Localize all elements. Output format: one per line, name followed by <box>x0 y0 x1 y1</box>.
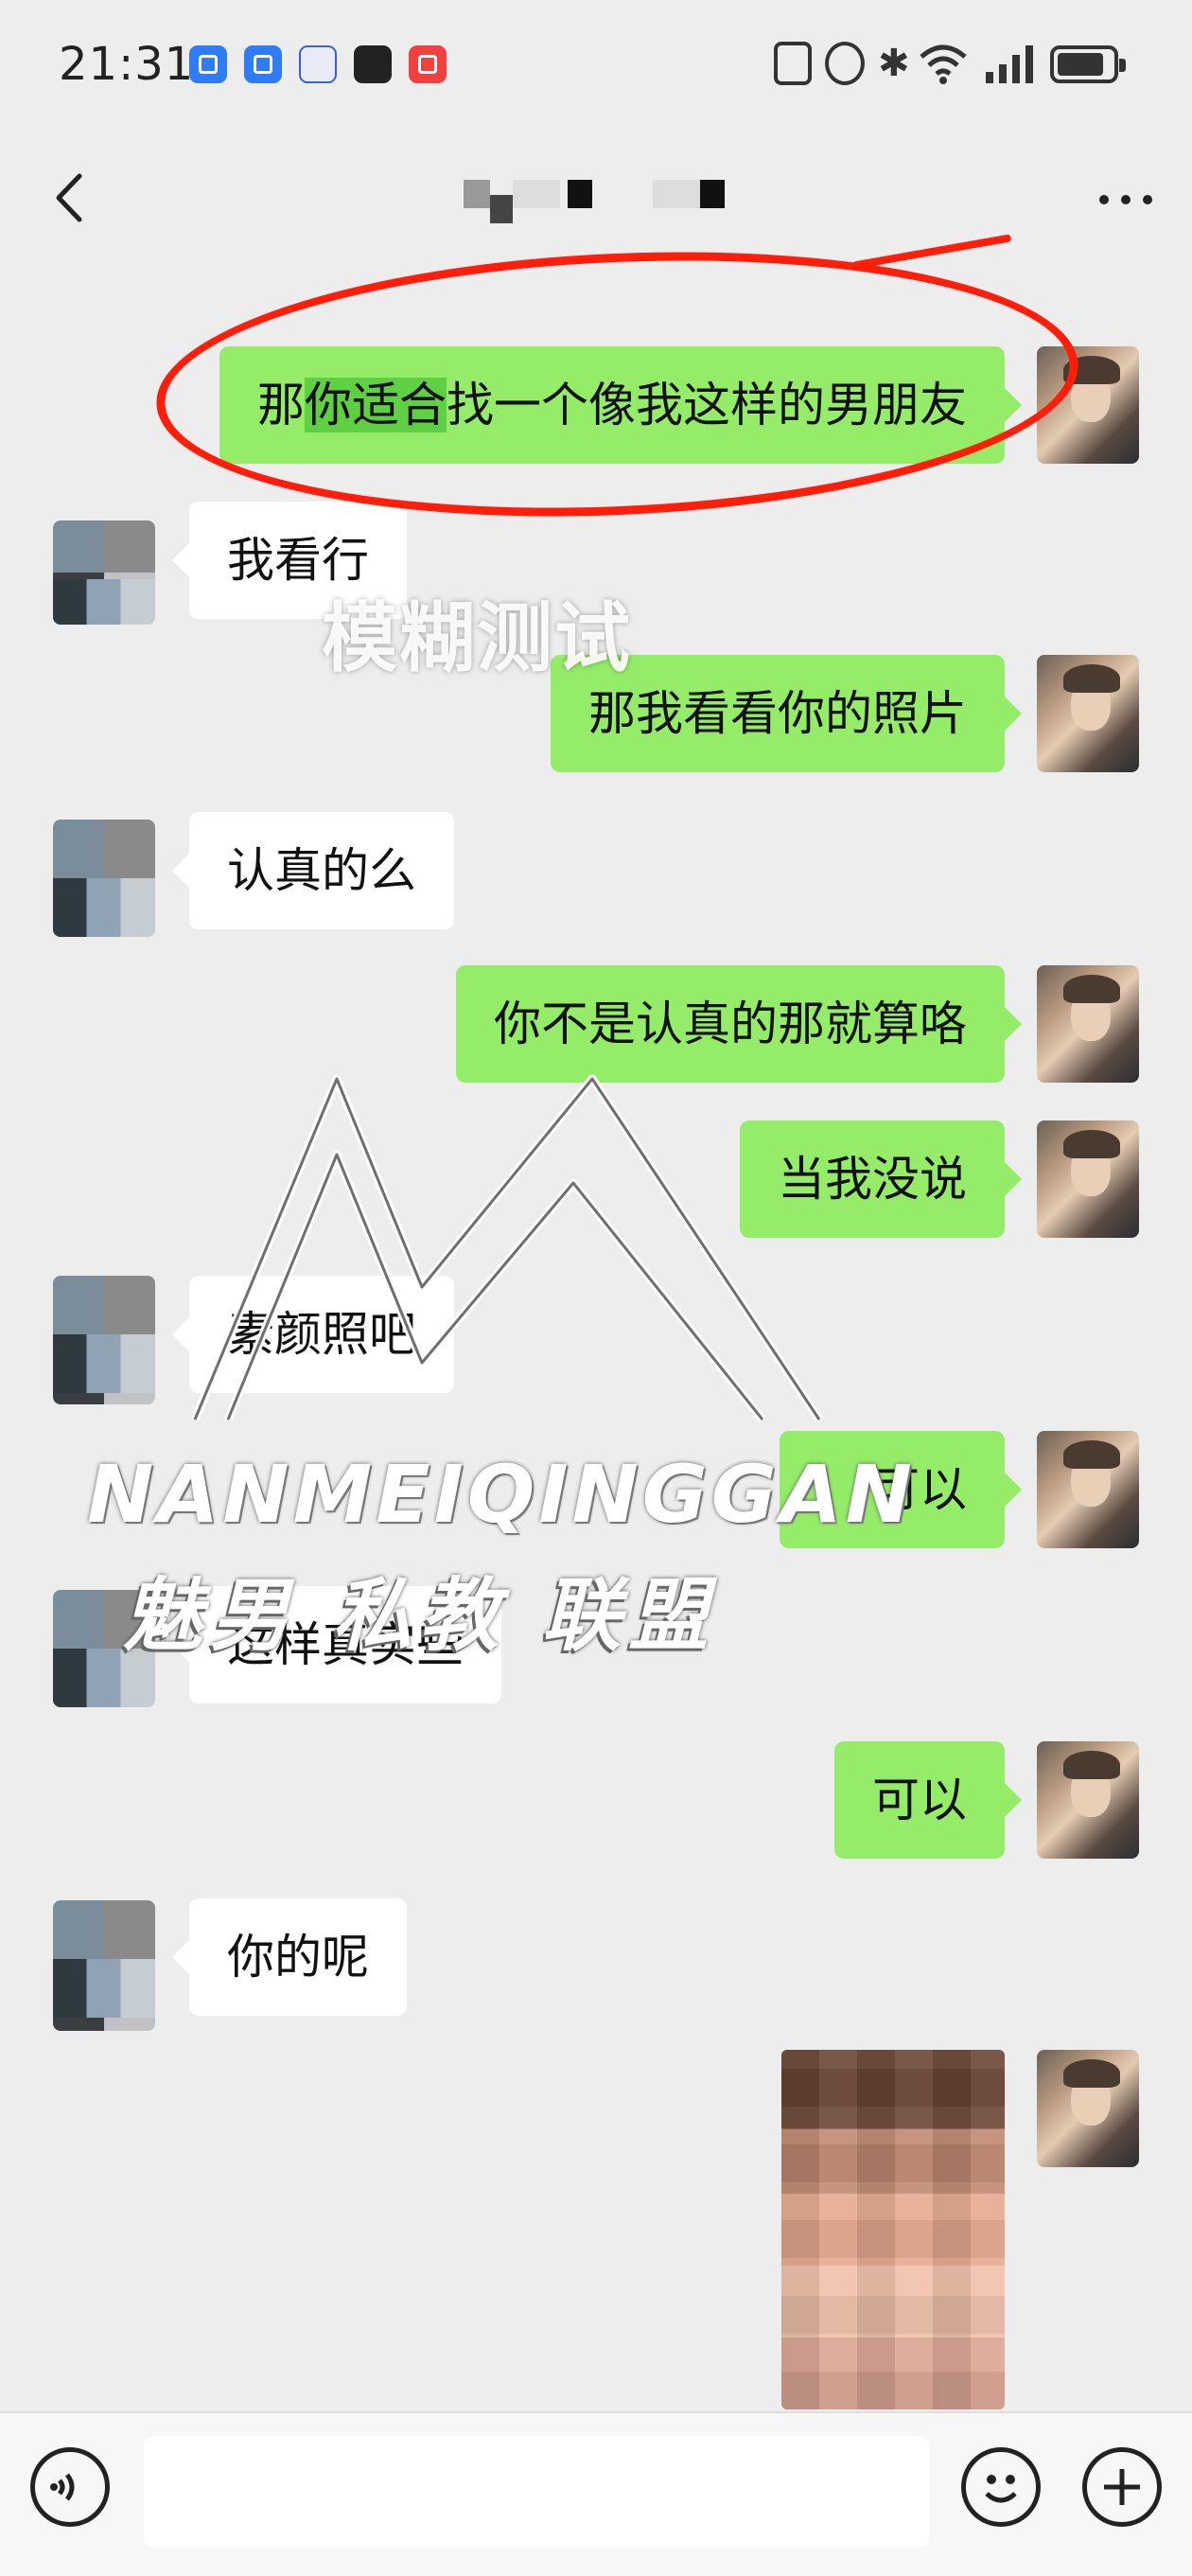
watermark-test-text: 模糊测试 <box>322 594 632 682</box>
app-notification-icon <box>299 45 337 83</box>
my-avatar[interactable] <box>1037 1431 1139 1548</box>
input-bar <box>0 2411 1192 2576</box>
status-time: 21:31 <box>59 38 195 91</box>
cell-signal-icon <box>986 45 1033 83</box>
app-notification-icon <box>354 45 392 83</box>
message-row: 你的呢 <box>0 1898 1192 2031</box>
wifi-icon <box>920 44 967 84</box>
plus-icon <box>1104 2469 1140 2505</box>
message-row: 可以 <box>0 1741 1192 1859</box>
more-options-button[interactable] <box>1088 170 1164 227</box>
my-avatar[interactable] <box>1037 965 1139 1083</box>
app-notification-icon <box>244 45 282 83</box>
more-functions-button[interactable] <box>1082 2447 1162 2527</box>
alarm-icon <box>825 42 865 85</box>
voice-icon <box>50 2473 75 2501</box>
voice-input-button[interactable] <box>30 2447 110 2527</box>
message-bubble-received[interactable]: 认真的么 <box>172 812 454 929</box>
battery-level <box>1058 53 1103 76</box>
app-notification-icon <box>189 45 227 83</box>
my-avatar[interactable] <box>1037 1741 1139 1859</box>
contact-avatar[interactable] <box>53 820 155 937</box>
contact-avatar[interactable] <box>53 520 155 625</box>
contact-avatar[interactable] <box>53 1900 155 2031</box>
my-avatar[interactable] <box>1037 655 1139 772</box>
battery-icon <box>1050 45 1126 83</box>
watermark-logo-icon <box>190 1074 823 1422</box>
message-bubble-received[interactable]: 你的呢 <box>172 1898 407 2016</box>
contact-name-redacted <box>464 180 738 223</box>
red-circle-annotation <box>150 233 1084 536</box>
app-notification-icon <box>409 45 447 83</box>
emoji-button[interactable] <box>961 2447 1041 2527</box>
status-bar: 21:31 ✱ <box>0 0 1192 132</box>
message-input[interactable] <box>144 2436 929 2548</box>
contact-avatar[interactable] <box>53 1276 155 1404</box>
smiley-icon <box>985 2475 1017 2503</box>
message-row <box>0 2050 1192 2409</box>
my-avatar[interactable] <box>1037 2050 1139 2167</box>
my-avatar[interactable] <box>1037 1120 1139 1238</box>
message-row: 你不是认真的那就算咯 <box>0 965 1192 1083</box>
back-button[interactable] <box>38 165 104 231</box>
image-message-pixelated[interactable] <box>781 2050 1005 2409</box>
watermark-brand-en: NANMEIQINGGAN <box>87 1448 917 1541</box>
message-bubble-sent[interactable]: 可以 <box>834 1741 1022 1859</box>
message-row: 认真的么 <box>0 812 1192 937</box>
nfc-icon <box>774 42 812 85</box>
watermark-brand-cn: 魅男 私教 联盟 <box>123 1569 716 1662</box>
chat-header <box>0 132 1192 265</box>
message-bubble-sent[interactable]: 你不是认真的那就算咯 <box>456 965 1022 1083</box>
bluetooth-icon: ✱ <box>878 42 910 85</box>
